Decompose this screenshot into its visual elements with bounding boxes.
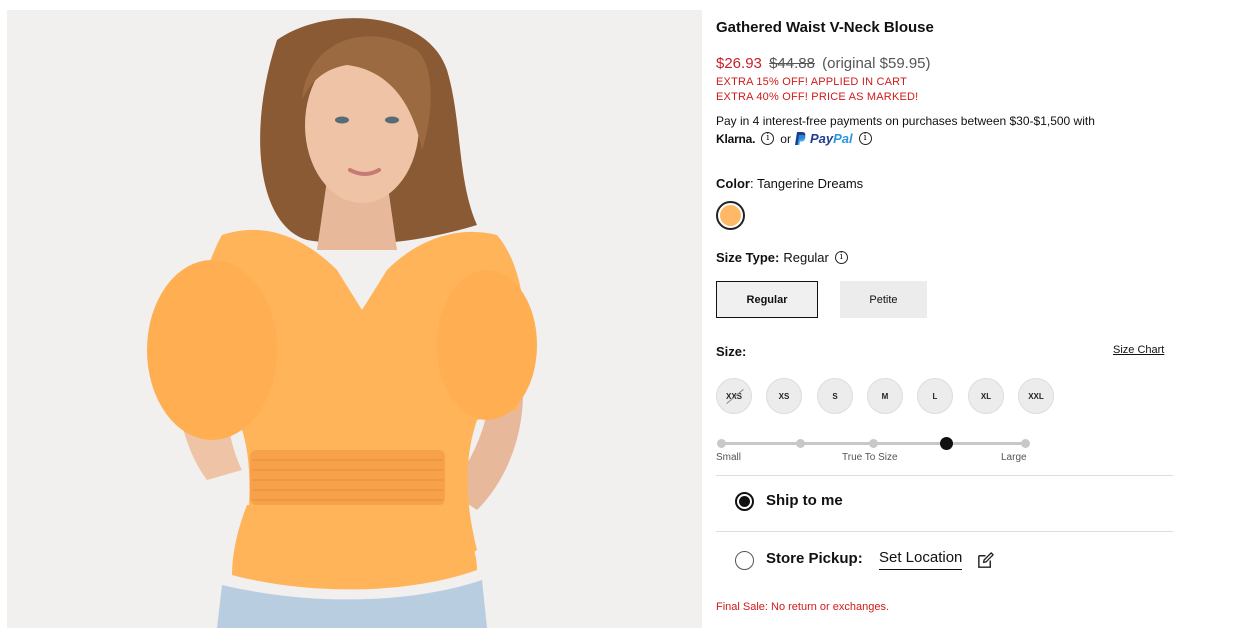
- size-type-label-line: Size Type: Regular i: [716, 250, 850, 265]
- fit-scale-indicator: [940, 437, 953, 450]
- size-button-m[interactable]: M: [867, 378, 903, 414]
- or-text: or: [780, 131, 791, 146]
- ship-to-me-label[interactable]: Ship to me: [766, 492, 843, 509]
- fit-scale-stop-3: [869, 439, 878, 448]
- fit-label-small: Small: [716, 452, 742, 463]
- klarna-info-icon[interactable]: i: [761, 132, 775, 145]
- paypal-info-icon[interactable]: i: [858, 132, 872, 145]
- promo-message-marked: EXTRA 40% OFF! PRICE AS MARKED!: [716, 91, 919, 103]
- fit-scale-stop-5: [1021, 439, 1030, 448]
- installments-text: Pay in 4 interest-free payments on purch…: [716, 114, 1095, 128]
- promo-message-cart: EXTRA 15% OFF! APPLIED IN CART: [716, 76, 908, 88]
- was-price: $44.88: [769, 55, 815, 72]
- original-price: (original $59.95): [822, 55, 931, 72]
- size-button-xl[interactable]: XL: [968, 378, 1004, 414]
- klarna-logo: Klarna.: [716, 131, 756, 146]
- fit-label-large: Large: [1001, 452, 1027, 463]
- product-details-panel: Gathered Waist V-Neck Blouse $26.93 $44.…: [716, 0, 1176, 628]
- size-chart-link[interactable]: Size Chart: [1113, 344, 1164, 356]
- color-label-line: Color: Tangerine Dreams: [716, 176, 863, 191]
- radio-dot: [739, 496, 750, 507]
- set-location-link[interactable]: Set Location: [879, 549, 963, 570]
- divider: [716, 531, 1173, 532]
- color-swatch-tangerine[interactable]: [716, 201, 745, 230]
- size-button-s[interactable]: S: [817, 378, 853, 414]
- product-title: Gathered Waist V-Neck Blouse: [716, 19, 934, 36]
- divider: [716, 475, 1173, 476]
- size-type-info-icon[interactable]: i: [834, 251, 848, 264]
- paypal-text-pay: Pay: [809, 131, 834, 146]
- size-button-l[interactable]: L: [917, 378, 953, 414]
- store-pickup-label[interactable]: Store Pickup:: [766, 550, 863, 567]
- edit-location-icon[interactable]: [976, 551, 995, 570]
- ship-to-me-radio[interactable]: [735, 492, 754, 511]
- fit-label-true-to-size: True To Size: [842, 452, 898, 463]
- size-button-xxs[interactable]: XXS: [716, 378, 752, 414]
- size-button-xs[interactable]: XS: [766, 378, 802, 414]
- color-label: Color: [716, 176, 750, 191]
- size-type-regular-button[interactable]: Regular: [716, 281, 818, 318]
- size-label: Size:: [716, 344, 747, 359]
- color-value: : Tangerine Dreams: [749, 176, 864, 191]
- swatch-fill: [720, 205, 741, 226]
- store-pickup-radio[interactable]: [735, 551, 754, 570]
- fit-scale-stop-2: [796, 439, 805, 448]
- size-type-label: Size Type:: [716, 250, 780, 265]
- sale-price: $26.93: [716, 55, 762, 72]
- size-button-xxl[interactable]: XXL: [1018, 378, 1054, 414]
- price-row: $26.93 $44.88 (original $59.95): [716, 55, 931, 72]
- size-type-value: Regular: [783, 250, 829, 265]
- model-photo: [7, 10, 702, 628]
- fit-scale-stop-1: [717, 439, 726, 448]
- paypal-text-pal: Pal: [833, 131, 853, 146]
- product-image[interactable]: [7, 10, 702, 628]
- size-type-petite-button[interactable]: Petite: [840, 281, 927, 318]
- paypal-mark-icon: [794, 132, 806, 145]
- paypal-logo: PayPal: [794, 131, 853, 146]
- final-sale-notice: Final Sale: No return or exchanges.: [716, 601, 890, 613]
- payment-providers: Klarna. i or PayPal i: [716, 131, 874, 146]
